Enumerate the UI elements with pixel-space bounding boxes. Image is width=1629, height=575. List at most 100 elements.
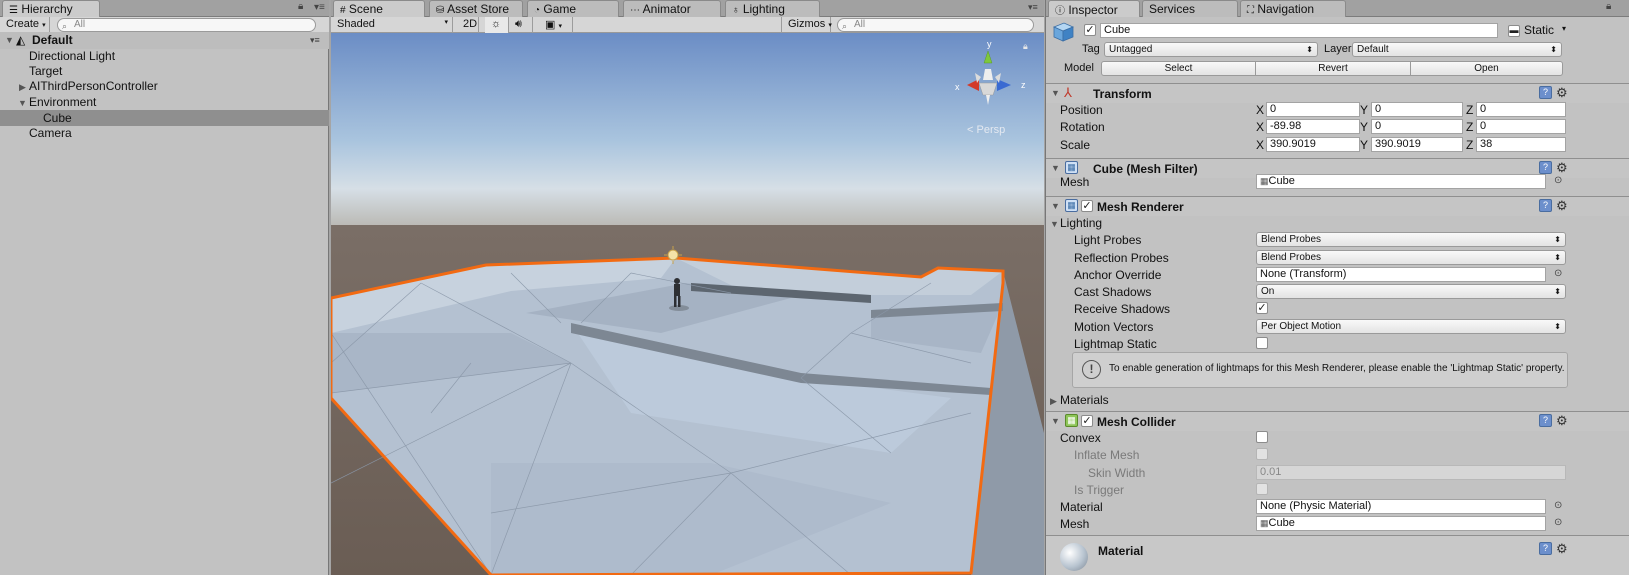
hierarchy-item-selected[interactable]: Cube <box>0 110 329 126</box>
scene-viewport[interactable]: y x z 🔒︎ < Persp <box>331 33 1044 575</box>
hierarchy-item[interactable]: ▼ Environment <box>0 94 329 110</box>
hierarchy-item[interactable]: Directional Light <box>0 48 329 64</box>
help-book-icon[interactable]: ? <box>1539 161 1552 174</box>
hierarchy-item[interactable]: Target <box>0 63 329 79</box>
open-label: Open <box>1474 63 1499 74</box>
collapse-arrow-icon[interactable]: ▼ <box>1051 201 1060 211</box>
tab-services[interactable]: Services <box>1142 0 1238 17</box>
gear-icon[interactable]: ⚙ <box>1556 413 1568 429</box>
projection-toggle[interactable]: < Persp <box>967 124 1005 136</box>
mesh-object-field[interactable]: ▦Cube <box>1256 174 1546 189</box>
static-checkbox[interactable]: ▬ <box>1508 25 1520 37</box>
axis-y-label: Y <box>1360 103 1369 117</box>
collapse-arrow-icon[interactable]: ▼ <box>1051 163 1060 173</box>
effects-dropdown[interactable]: ▣ ▾ <box>539 17 573 33</box>
layer-dropdown[interactable]: Default ⬍ <box>1352 42 1562 57</box>
tab-inspector[interactable]: ⓘ Inspector <box>1048 0 1140 17</box>
scale-y-field[interactable]: 390.9019 <box>1371 137 1463 152</box>
object-picker-icon[interactable]: ⊙ <box>1554 268 1562 279</box>
rotation-y-value: 0 <box>1375 120 1382 132</box>
hierarchy-search-input[interactable]: ⌕ All <box>57 18 316 32</box>
mesh-label: Mesh <box>1060 175 1090 189</box>
expand-arrow-icon[interactable]: ▼ <box>5 32 14 48</box>
gizmo-lock-icon[interactable]: 🔒︎ <box>1023 42 1028 52</box>
static-label: Static <box>1524 23 1555 37</box>
object-picker-icon[interactable]: ⊙ <box>1554 175 1562 186</box>
hierarchy-item[interactable]: Camera <box>0 125 329 141</box>
audio-toggle[interactable]: 🔊︎ <box>509 17 533 33</box>
transform-header[interactable]: ▼ ⅄ Transform ? ⚙ <box>1046 83 1629 103</box>
shading-mode-dropdown[interactable]: Shaded ▾ <box>331 17 453 33</box>
tab-lighting[interactable]: ♁ Lighting <box>725 0 820 17</box>
light-probes-dropdown[interactable]: Blend Probes ⬍ <box>1256 232 1566 247</box>
convex-checkbox[interactable] <box>1256 431 1268 443</box>
model-open-button[interactable]: Open <box>1410 61 1563 76</box>
toggle-2d-button[interactable]: 2D <box>457 17 479 33</box>
is-trigger-label: Is Trigger <box>1074 483 1125 497</box>
expand-arrow-icon[interactable]: ▶ <box>19 79 26 95</box>
lock-icon[interactable]: 🔒︎ <box>298 1 303 12</box>
model-revert-button[interactable]: Revert <box>1255 61 1411 76</box>
gear-icon[interactable]: ⚙ <box>1556 198 1568 214</box>
tab-scene[interactable]: # Scene <box>333 0 425 17</box>
scale-z-field[interactable]: 38 <box>1476 137 1566 152</box>
expand-arrow-icon[interactable]: ▶ <box>1050 396 1057 407</box>
help-book-icon[interactable]: ? <box>1539 414 1552 427</box>
collapse-arrow-icon[interactable]: ▼ <box>1051 416 1060 426</box>
gear-icon[interactable]: ⚙ <box>1556 160 1568 176</box>
object-name-input[interactable]: Cube <box>1100 23 1498 38</box>
physic-material-field[interactable]: None (Physic Material) <box>1256 499 1546 514</box>
position-x-field[interactable]: 0 <box>1266 102 1360 117</box>
object-picker-icon[interactable]: ⊙ <box>1554 517 1562 528</box>
motion-vectors-dropdown[interactable]: Per Object Motion ⬍ <box>1256 319 1566 334</box>
panel-menu-icon[interactable]: ▾≡ <box>314 2 325 13</box>
tab-hierarchy[interactable]: ☰ Hierarchy <box>2 0 100 17</box>
gear-icon[interactable]: ⚙ <box>1556 541 1568 557</box>
tab-navigation[interactable]: ⛶ Navigation <box>1240 0 1346 17</box>
position-z-field[interactable]: 0 <box>1476 102 1566 117</box>
panel-menu-icon[interactable]: ▾≡ <box>1028 2 1038 13</box>
model-select-button[interactable]: Select <box>1101 61 1256 76</box>
lock-icon[interactable]: 🔒︎ <box>1606 1 1611 12</box>
tab-animator[interactable]: ⋯ Animator <box>623 0 721 17</box>
gizmos-dropdown[interactable]: Gizmos ▾ <box>781 17 832 33</box>
rotation-x-field[interactable]: -89.98 <box>1266 119 1360 134</box>
scene-menu-icon[interactable]: ▾≡ <box>310 32 320 48</box>
mesh-collider-enabled-checkbox[interactable]: ✓ <box>1081 415 1093 427</box>
help-book-icon[interactable]: ? <box>1539 199 1552 212</box>
scale-x-value: 390.9019 <box>1270 138 1316 150</box>
rotation-z-field[interactable]: 0 <box>1476 119 1566 134</box>
hierarchy-panel: ☰ Hierarchy 🔒︎ ▾≡ Create ▾ ⌕ All ▼ ◭ Def… <box>0 0 329 575</box>
material-section[interactable]: Material ? ⚙ <box>1046 535 1629 575</box>
mesh-renderer-header[interactable]: ▼ ▦ ✓ Mesh Renderer ? ⚙ <box>1046 196 1629 216</box>
tab-asset-store[interactable]: ⛁ Asset Store <box>429 0 523 17</box>
anchor-override-field[interactable]: None (Transform) <box>1256 267 1546 282</box>
create-button[interactable]: Create ▾ <box>0 17 50 33</box>
mesh-collider-header[interactable]: ▼ ▦ ✓ Mesh Collider ? ⚙ <box>1046 411 1629 431</box>
lightmap-static-checkbox[interactable] <box>1256 337 1268 349</box>
tab-game[interactable]: ◔ Game <box>527 0 619 17</box>
scale-x-field[interactable]: 390.9019 <box>1266 137 1360 152</box>
receive-shadows-checkbox[interactable]: ✓ <box>1256 302 1268 314</box>
mesh-renderer-enabled-checkbox[interactable]: ✓ <box>1081 200 1093 212</box>
hierarchy-item[interactable]: ▶ AIThirdPersonController <box>0 78 329 94</box>
tag-dropdown[interactable]: Untagged ⬍ <box>1104 42 1318 57</box>
scene-lighting-toggle[interactable]: ☼ <box>485 17 509 33</box>
help-book-icon[interactable]: ? <box>1539 542 1552 555</box>
collapse-arrow-icon[interactable]: ▼ <box>1051 88 1060 98</box>
collapse-arrow-icon[interactable]: ▼ <box>18 95 27 111</box>
reflection-probes-dropdown[interactable]: Blend Probes ⬍ <box>1256 250 1566 265</box>
help-book-icon[interactable]: ? <box>1539 86 1552 99</box>
dropdown-arrow-icon: ▾ <box>828 22 832 29</box>
cast-shadows-dropdown[interactable]: On ⬍ <box>1256 284 1566 299</box>
collapse-arrow-icon[interactable]: ▼ <box>1050 219 1059 229</box>
rotation-y-field[interactable]: 0 <box>1371 119 1463 134</box>
scene-root-row[interactable]: ▼ ◭ Default ▾≡ <box>0 32 329 49</box>
scene-search-input[interactable]: ⌕ All <box>837 18 1034 32</box>
active-checkbox[interactable]: ✓ <box>1084 24 1096 36</box>
static-dropdown-arrow-icon[interactable]: ▾ <box>1562 24 1566 33</box>
gear-icon[interactable]: ⚙ <box>1556 85 1568 101</box>
collider-mesh-field[interactable]: ▦Cube <box>1256 516 1546 531</box>
object-picker-icon[interactable]: ⊙ <box>1554 500 1562 511</box>
position-y-field[interactable]: 0 <box>1371 102 1463 117</box>
